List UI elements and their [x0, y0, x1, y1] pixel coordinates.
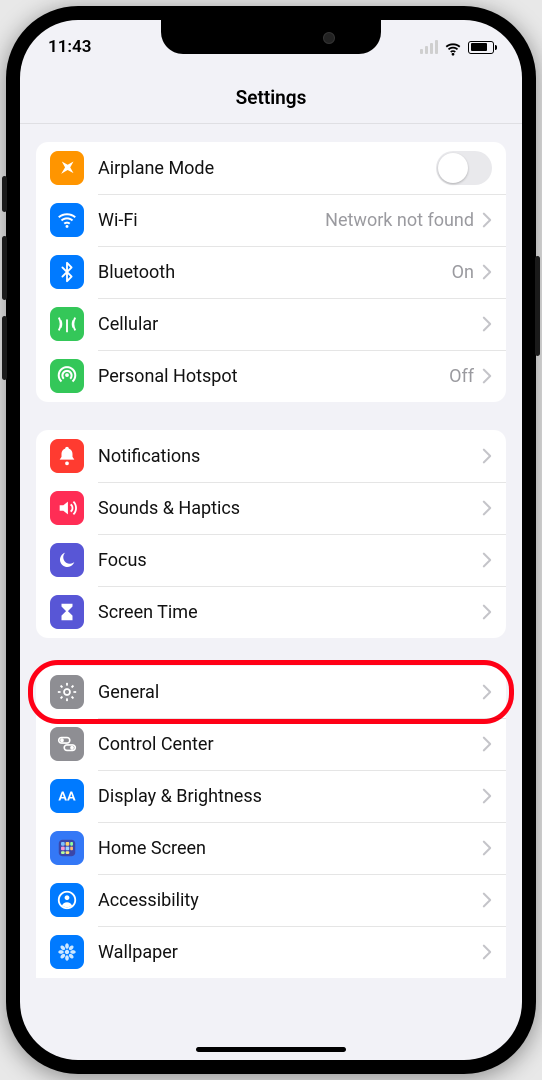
bluetooth-icon [50, 255, 84, 289]
phone-frame: 11:43 Settings Airplane Mode Wi-Fi Network… [6, 6, 536, 1074]
status-time: 11:43 [48, 37, 91, 57]
settings-row-label: Accessibility [98, 890, 199, 911]
airplane-icon [50, 151, 84, 185]
chevron-right-icon [482, 736, 492, 752]
settings-row-display[interactable]: Display & Brightness [36, 770, 506, 822]
settings-row-general[interactable]: General [36, 666, 506, 718]
settings-row-label: Control Center [98, 734, 214, 755]
settings-row-screentime[interactable]: Screen Time [36, 586, 506, 638]
settings-row-label: Home Screen [98, 838, 206, 859]
toggle-airplane[interactable] [436, 151, 492, 185]
chevron-right-icon [482, 944, 492, 960]
settings-row-value: Off [449, 366, 474, 387]
status-indicators [420, 40, 494, 54]
settings-row-label: Notifications [98, 446, 200, 467]
cellular-signal-icon [420, 40, 438, 54]
home-indicator[interactable] [196, 1047, 346, 1052]
settings-row-label: Airplane Mode [98, 158, 214, 179]
mute-switch[interactable] [2, 176, 7, 212]
settings-row-accessibility[interactable]: Accessibility [36, 874, 506, 926]
settings-row-hotspot[interactable]: Personal Hotspot Off [36, 350, 506, 402]
chevron-right-icon [482, 316, 492, 332]
wifi-status-icon [444, 40, 462, 54]
chevron-right-icon [482, 684, 492, 700]
gear-icon [50, 675, 84, 709]
page-title: Settings [20, 64, 522, 124]
settings-row-label: Cellular [98, 314, 158, 335]
screen: 11:43 Settings Airplane Mode Wi-Fi Network… [20, 20, 522, 1060]
settings-row-label: Personal Hotspot [98, 366, 238, 387]
hourglass-icon [50, 595, 84, 629]
settings-row-label: Bluetooth [98, 262, 175, 283]
moon-icon [50, 543, 84, 577]
settings-row-notifications[interactable]: Notifications [36, 430, 506, 482]
settings-row-value: On [452, 262, 474, 283]
grid-icon [50, 831, 84, 865]
chevron-right-icon [482, 892, 492, 908]
volume-up-button[interactable] [2, 236, 7, 300]
battery-icon [468, 41, 494, 54]
settings-row-cellular[interactable]: Cellular [36, 298, 506, 350]
settings-row-label: Screen Time [98, 602, 198, 623]
settings-row-value: Network not found [325, 210, 474, 231]
settings-row-label: Display & Brightness [98, 786, 262, 807]
speaker-icon [50, 491, 84, 525]
settings-row-wifi[interactable]: Wi-Fi Network not found [36, 194, 506, 246]
notch [161, 20, 381, 54]
chevron-right-icon [482, 604, 492, 620]
switches-icon [50, 727, 84, 761]
settings-row-wallpaper[interactable]: Wallpaper [36, 926, 506, 978]
chevron-right-icon [482, 368, 492, 384]
chevron-right-icon [482, 448, 492, 464]
settings-row-label: Focus [98, 550, 147, 571]
chevron-right-icon [482, 212, 492, 228]
power-button[interactable] [535, 256, 540, 356]
bell-icon [50, 439, 84, 473]
person-icon [50, 883, 84, 917]
settings-row-label: Sounds & Haptics [98, 498, 240, 519]
settings-row-homescreen[interactable]: Home Screen [36, 822, 506, 874]
wifi-icon [50, 203, 84, 237]
settings-row-label: Wallpaper [98, 942, 178, 963]
hotspot-icon [50, 359, 84, 393]
chevron-right-icon [482, 500, 492, 516]
aa-icon [50, 779, 84, 813]
chevron-right-icon [482, 840, 492, 856]
cellular-icon [50, 307, 84, 341]
settings-group-general: General Control Center Display & Brightnes… [36, 666, 506, 978]
settings-group-connectivity: Airplane Mode Wi-Fi Network not found Bluet… [36, 142, 506, 402]
settings-row-focus[interactable]: Focus [36, 534, 506, 586]
chevron-right-icon [482, 788, 492, 804]
settings-scroll[interactable]: Airplane Mode Wi-Fi Network not found Bluet… [20, 124, 522, 1060]
settings-row-sounds[interactable]: Sounds & Haptics [36, 482, 506, 534]
settings-row-controlcenter[interactable]: Control Center [36, 718, 506, 770]
settings-row-label: General [98, 682, 159, 703]
volume-down-button[interactable] [2, 316, 7, 380]
chevron-right-icon [482, 264, 492, 280]
settings-row-airplane[interactable]: Airplane Mode [36, 142, 506, 194]
settings-group-alerts: Notifications Sounds & Haptics Focus Screen… [36, 430, 506, 638]
chevron-right-icon [482, 552, 492, 568]
flower-icon [50, 935, 84, 969]
settings-row-label: Wi-Fi [98, 210, 138, 231]
settings-row-bluetooth[interactable]: Bluetooth On [36, 246, 506, 298]
